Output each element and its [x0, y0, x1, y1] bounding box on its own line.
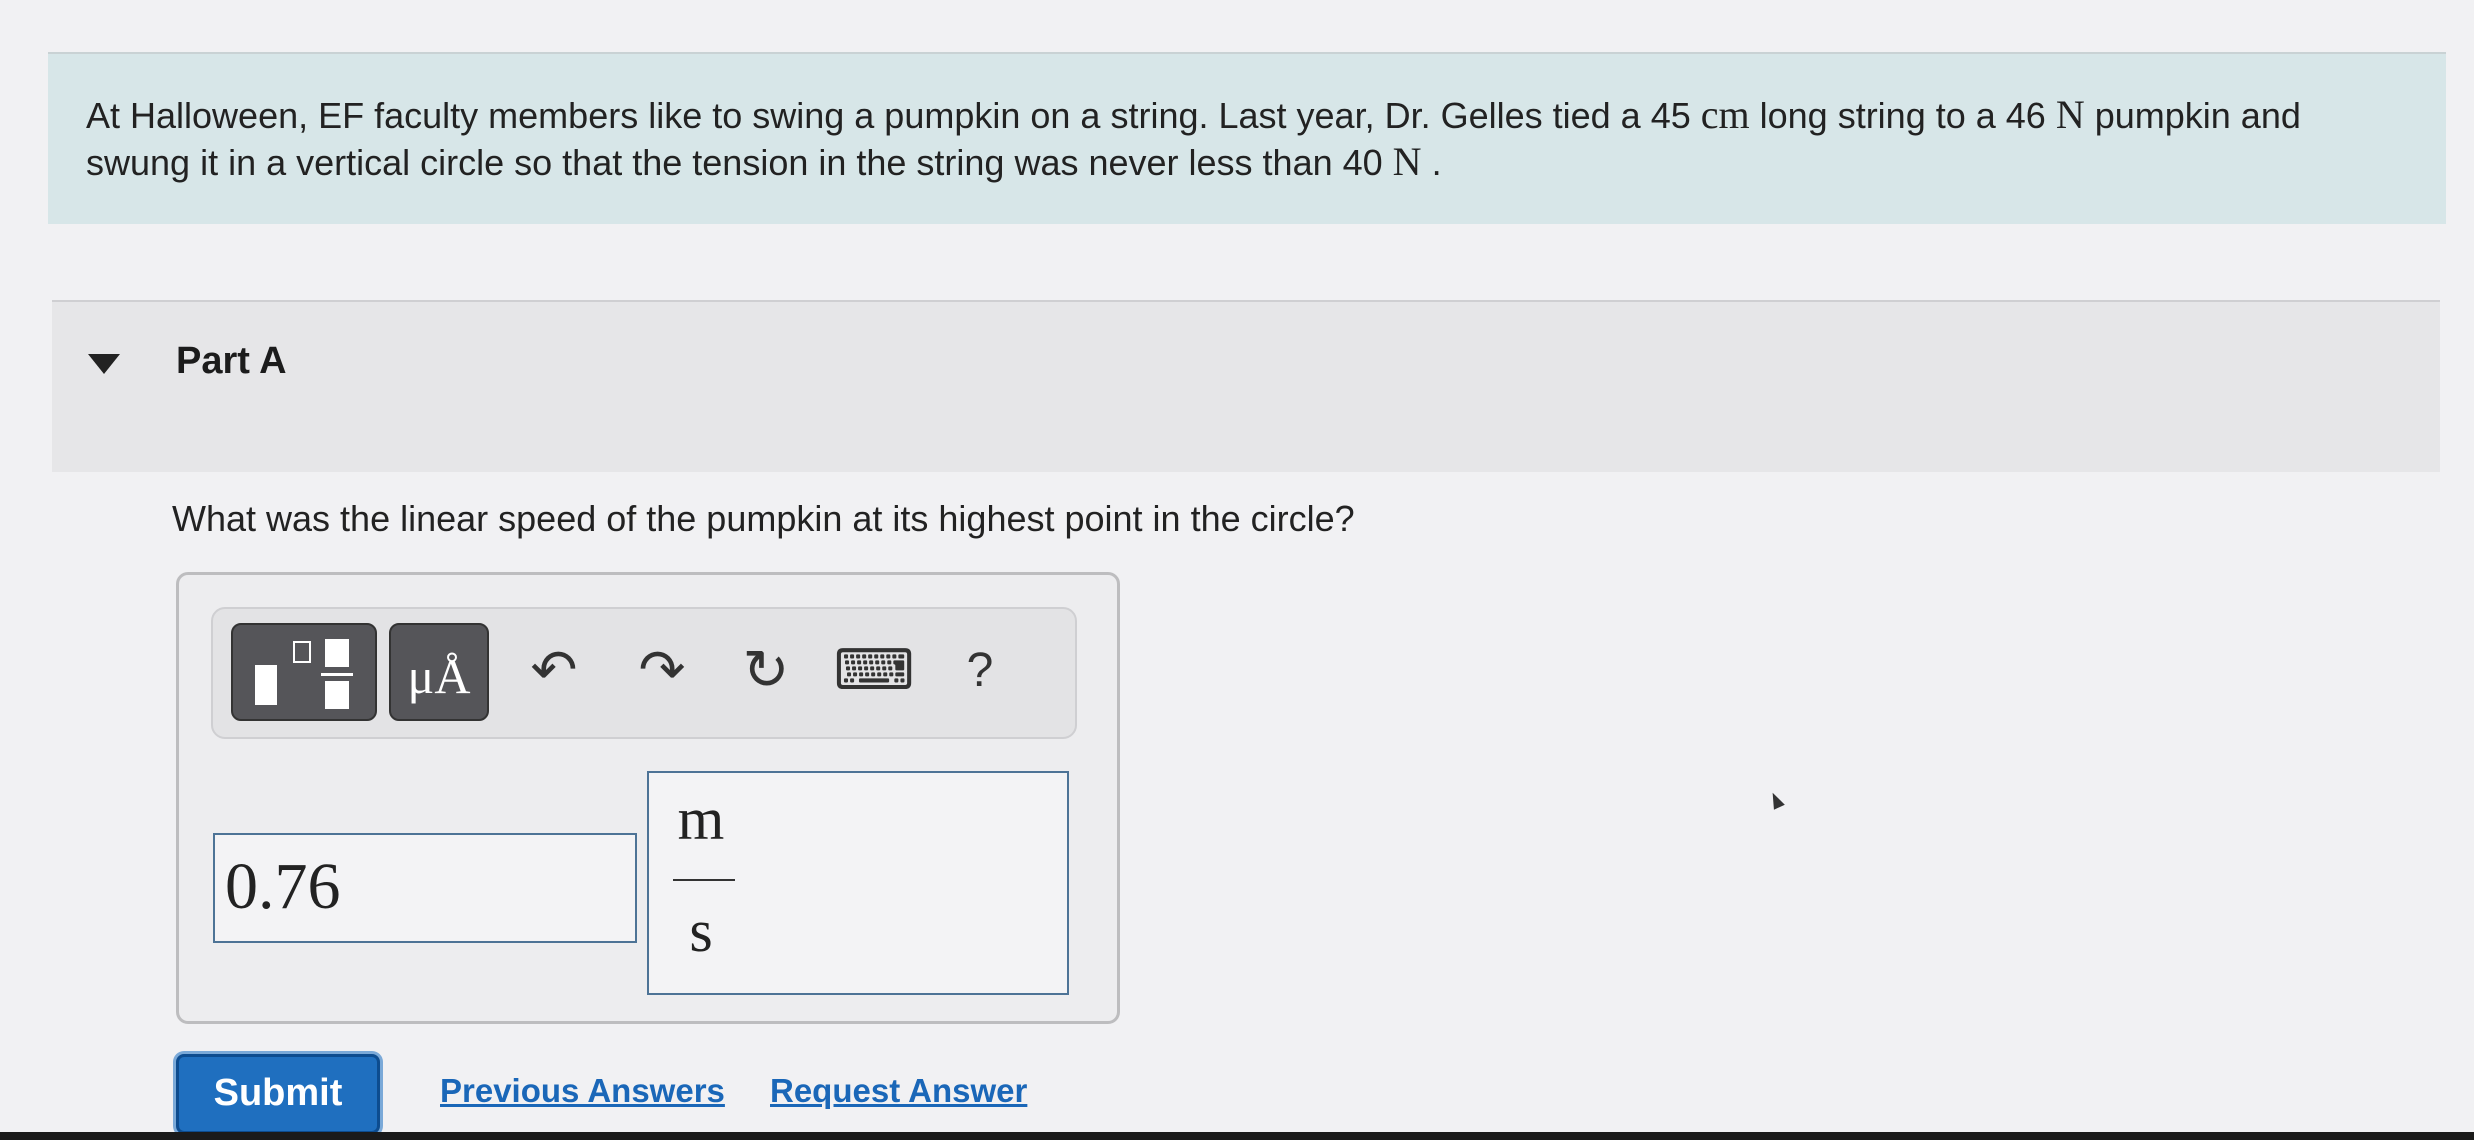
bottom-edge	[0, 1132, 2474, 1140]
part-a-header[interactable]: Part A	[52, 300, 2440, 472]
unit-cm: cm	[1700, 92, 1750, 137]
unit-denominator: s	[689, 898, 713, 964]
part-title: Part A	[176, 340, 287, 382]
answer-panel: μÅ ↶ ↷ ↻ ⌨ ? 0.76 m s	[176, 572, 1120, 1024]
help-icon[interactable]: ?	[947, 637, 1013, 703]
problem-statement: At Halloween, EF faculty members like to…	[48, 52, 2446, 224]
answer-value-input[interactable]: 0.76	[213, 833, 637, 943]
collapse-caret-icon[interactable]	[88, 354, 120, 374]
reset-icon[interactable]: ↻	[733, 637, 799, 703]
mouse-cursor-icon	[1767, 790, 1785, 810]
undo-icon[interactable]: ↶	[521, 637, 587, 703]
units-button[interactable]: μÅ	[389, 623, 489, 721]
question-text: What was the linear speed of the pumpkin…	[172, 498, 1355, 539]
unit-n: N	[2055, 92, 2085, 137]
keyboard-icon[interactable]: ⌨	[834, 637, 915, 703]
unit-n-tension: N	[1392, 139, 1422, 184]
answer-units-input[interactable]: m s	[647, 771, 1069, 995]
problem-text-1: At Halloween, EF faculty members like to…	[86, 95, 1701, 136]
problem-text-2: long string to a 46	[1749, 95, 2056, 136]
redo-icon[interactable]: ↷	[629, 637, 695, 703]
templates-button[interactable]	[231, 623, 377, 721]
submit-button[interactable]: Submit	[176, 1054, 380, 1134]
previous-answers-link[interactable]: Previous Answers	[440, 1072, 725, 1110]
problem-text-4: .	[1421, 142, 1442, 183]
request-answer-link[interactable]: Request Answer	[770, 1072, 1027, 1110]
math-toolbar: μÅ ↶ ↷ ↻ ⌨ ?	[211, 607, 1077, 739]
unit-numerator: m	[677, 786, 725, 852]
fraction-bar	[673, 879, 735, 881]
units-label: μÅ	[407, 648, 471, 704]
